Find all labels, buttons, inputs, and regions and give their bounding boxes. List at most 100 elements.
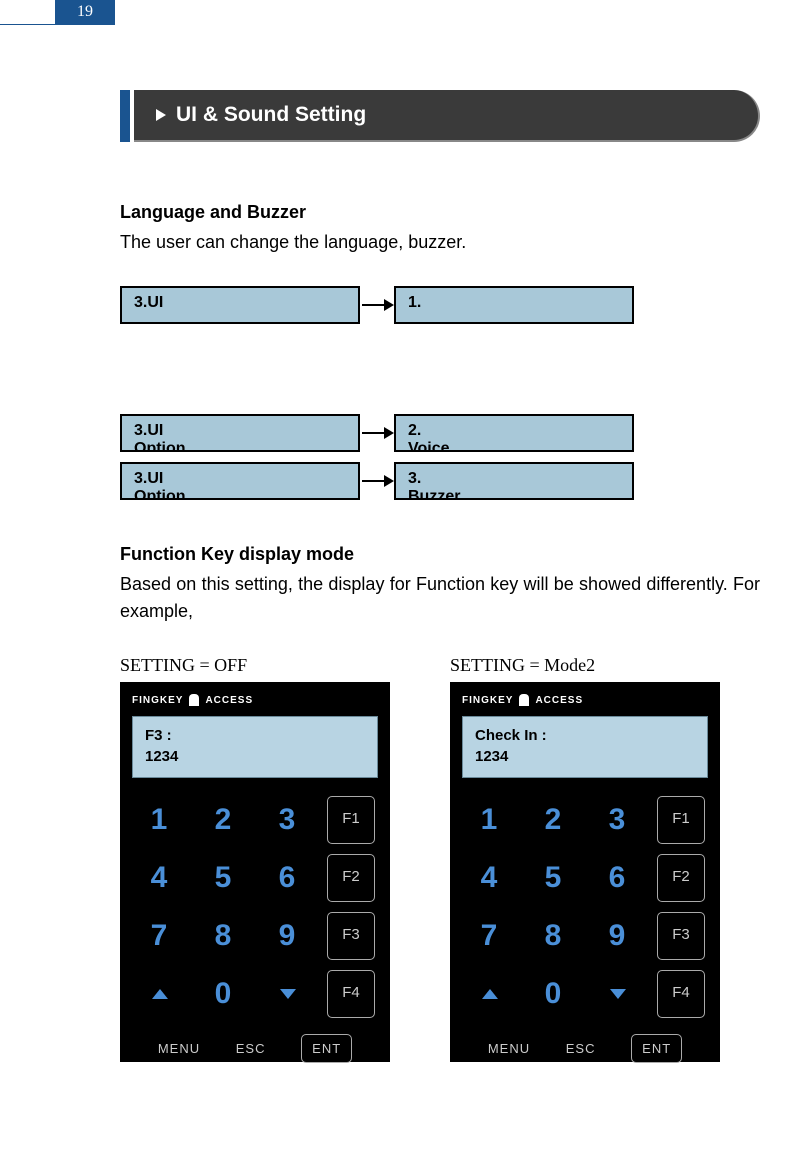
display-line1: F3 : (145, 725, 365, 746)
key-up[interactable] (465, 970, 515, 1018)
example-mode2: SETTING = Mode2 FINGKEY ACCESS Check In … (450, 655, 720, 1062)
key-f1[interactable]: F1 (657, 796, 705, 844)
chevron-down-icon (609, 987, 627, 1001)
arrow-right-icon (362, 304, 392, 306)
key-f4[interactable]: F4 (327, 970, 375, 1018)
key-esc[interactable]: ESC (566, 1041, 596, 1056)
key-0[interactable]: 0 (199, 970, 249, 1018)
flow-text: 3. (408, 470, 620, 488)
chevron-up-icon (151, 987, 169, 1001)
device-off: FINGKEY ACCESS F3 : 1234 1 2 3 F1 4 5 6 … (120, 682, 390, 1062)
flow-row-3: 3.UI Option 3. Buzzer (120, 462, 634, 500)
device-display-mode2: Check In : 1234 (462, 716, 708, 778)
example-off-label: SETTING = OFF (120, 655, 390, 676)
banner-title: UI & Sound Setting (176, 103, 366, 127)
key-4[interactable]: 4 (135, 854, 185, 902)
key-4[interactable]: 4 (465, 854, 515, 902)
device-display-off: F3 : 1234 (132, 716, 378, 778)
key-f4[interactable]: F4 (657, 970, 705, 1018)
section1-text: The user can change the language, buzzer… (120, 229, 760, 256)
flow-box-3ui-option-b: 3.UI Option (120, 462, 360, 500)
key-0[interactable]: 0 (529, 970, 579, 1018)
key-1[interactable]: 1 (135, 796, 185, 844)
subheading-language-buzzer: Language and Buzzer (120, 202, 760, 223)
arrow-right-icon (362, 480, 392, 482)
key-f1[interactable]: F1 (327, 796, 375, 844)
keypad: 1 2 3 F1 4 5 6 F2 7 8 9 F3 0 F4 (462, 796, 708, 1018)
key-down[interactable] (263, 970, 313, 1018)
key-5[interactable]: 5 (199, 854, 249, 902)
logo-text-left: FINGKEY (132, 695, 183, 706)
flow-row-1: 3.UI 1. (120, 286, 760, 324)
flow-box-2-voice: 2. Voice (394, 414, 634, 452)
flow-box-3ui: 3.UI (120, 286, 360, 324)
section-banner: UI & Sound Setting (120, 90, 760, 142)
keypad: 1 2 3 F1 4 5 6 F2 7 8 9 F3 0 F4 (132, 796, 378, 1018)
key-f2[interactable]: F2 (327, 854, 375, 902)
key-7[interactable]: 7 (465, 912, 515, 960)
subheading-function-key: Function Key display mode (120, 544, 760, 565)
key-menu[interactable]: MENU (488, 1041, 530, 1056)
example-mode2-label: SETTING = Mode2 (450, 655, 720, 676)
examples-row: SETTING = OFF FINGKEY ACCESS F3 : 1234 1… (120, 655, 760, 1062)
logo-text-right: ACCESS (205, 695, 253, 706)
chevron-down-icon (279, 987, 297, 1001)
device-logo: FINGKEY ACCESS (132, 694, 378, 706)
key-2[interactable]: 2 (199, 796, 249, 844)
banner-body: UI & Sound Setting (134, 90, 760, 142)
lock-icon (519, 694, 529, 706)
key-6[interactable]: 6 (263, 854, 313, 902)
logo-text-left: FINGKEY (462, 695, 513, 706)
key-esc[interactable]: ESC (236, 1041, 266, 1056)
key-8[interactable]: 8 (199, 912, 249, 960)
flow-group-1: 3.UI 1. (120, 286, 760, 324)
arrow-right-icon (362, 432, 392, 434)
chevron-up-icon (481, 987, 499, 1001)
key-menu[interactable]: MENU (158, 1041, 200, 1056)
key-ent[interactable]: ENT (301, 1034, 352, 1063)
flow-text: Option (134, 440, 346, 452)
key-f2[interactable]: F2 (657, 854, 705, 902)
logo-text-right: ACCESS (535, 695, 583, 706)
page-content: UI & Sound Setting Language and Buzzer T… (120, 90, 760, 1062)
key-8[interactable]: 8 (529, 912, 579, 960)
key-down[interactable] (593, 970, 643, 1018)
key-2[interactable]: 2 (529, 796, 579, 844)
flow-text: 3.UI (134, 422, 346, 440)
display-line1: Check In : (475, 725, 695, 746)
key-5[interactable]: 5 (529, 854, 579, 902)
lock-icon (189, 694, 199, 706)
device-logo: FINGKEY ACCESS (462, 694, 708, 706)
key-9[interactable]: 9 (593, 912, 643, 960)
key-6[interactable]: 6 (593, 854, 643, 902)
flow-box-1: 1. (394, 286, 634, 324)
flow-row-2: 3.UI Option 2. Voice (120, 414, 634, 452)
key-7[interactable]: 7 (135, 912, 185, 960)
key-ent[interactable]: ENT (631, 1034, 682, 1063)
bottom-row: MENU ESC ENT (462, 1034, 708, 1063)
flow-box-3ui-option-a: 3.UI Option (120, 414, 360, 452)
device-mode2: FINGKEY ACCESS Check In : 1234 1 2 3 F1 … (450, 682, 720, 1062)
key-3[interactable]: 3 (593, 796, 643, 844)
key-1[interactable]: 1 (465, 796, 515, 844)
key-up[interactable] (135, 970, 185, 1018)
banner-accent (120, 90, 130, 142)
key-f3[interactable]: F3 (657, 912, 705, 960)
chevron-right-icon (156, 109, 166, 121)
bottom-row: MENU ESC ENT (132, 1034, 378, 1063)
example-off: SETTING = OFF FINGKEY ACCESS F3 : 1234 1… (120, 655, 390, 1062)
display-line2: 1234 (475, 746, 695, 767)
key-9[interactable]: 9 (263, 912, 313, 960)
flow-text: Voice (408, 440, 620, 452)
flow-text: Option (134, 488, 346, 500)
section2-text: Based on this setting, the display for F… (120, 571, 760, 625)
flow-text: 2. (408, 422, 620, 440)
flow-group-2: 3.UI Option 2. Voice 3.UI Option 3. Buzz… (120, 414, 760, 514)
flow-text: 3.UI (134, 470, 346, 488)
key-3[interactable]: 3 (263, 796, 313, 844)
flow-box-3-buzzer: 3. Buzzer (394, 462, 634, 500)
display-line2: 1234 (145, 746, 365, 767)
page-number: 19 (55, 0, 115, 24)
page-number-rule (0, 24, 115, 25)
key-f3[interactable]: F3 (327, 912, 375, 960)
